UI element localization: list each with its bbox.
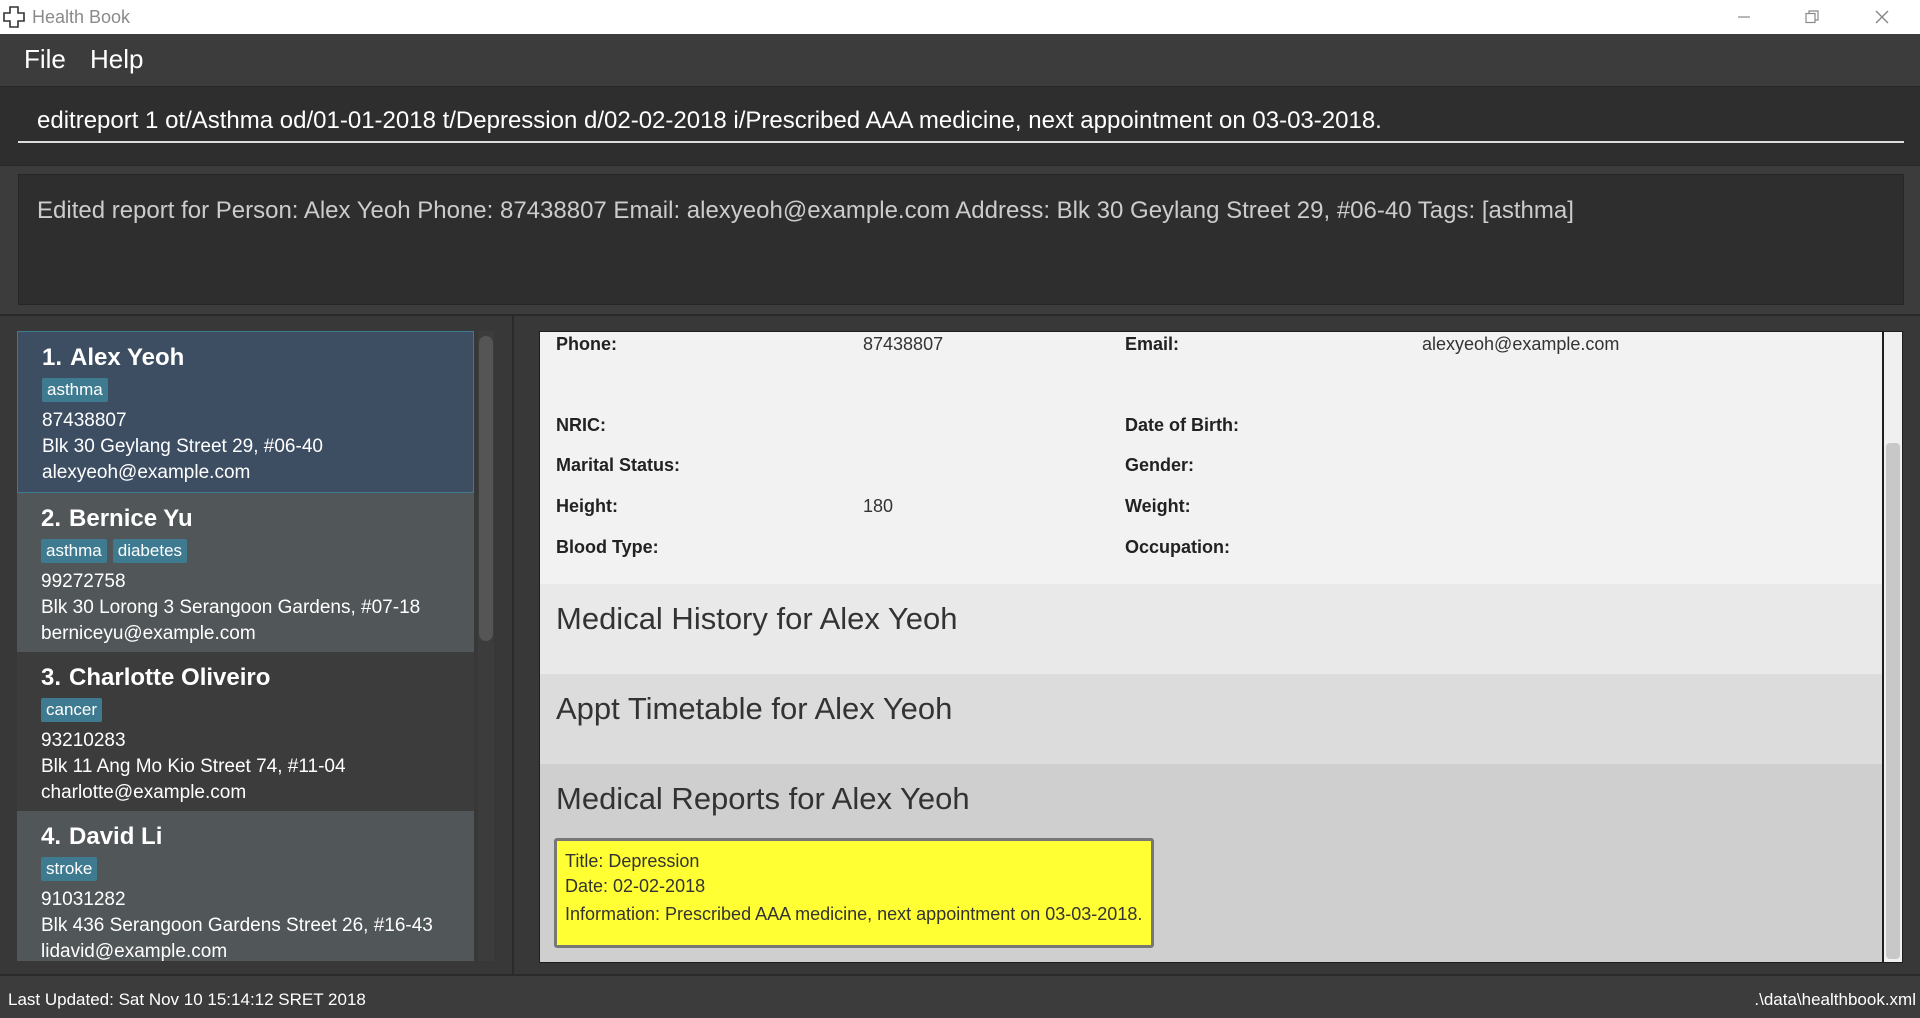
person-address: Blk 30 Lorong 3 Serangoon Gardens, #07-1…	[41, 597, 421, 618]
person-card[interactable]: 2. Bernice Yu asthma diabetes 99272758 Blk…	[17, 493, 474, 652]
report-information: Information: Prescribed AAA medicine, ne…	[565, 904, 1143, 924]
phone-label: Phone:	[556, 334, 617, 354]
nric-label: NRIC:	[556, 415, 606, 435]
weight-label: Weight:	[1125, 496, 1191, 516]
person-name: 1. Alex Yeoh	[42, 344, 185, 371]
dob-label: Date of Birth:	[1125, 415, 1239, 435]
person-email: alexyeoh@example.com	[42, 462, 251, 483]
appt-timetable-section: Appt Timetable for Alex Yeoh	[540, 674, 1882, 764]
appt-timetable-title: Appt Timetable for Alex Yeoh	[556, 691, 953, 726]
medical-reports-title: Medical Reports for Alex Yeoh	[556, 781, 970, 816]
person-address: Blk 436 Serangoon Gardens Street 26, #16…	[41, 915, 433, 936]
blood-type-label: Blood Type:	[556, 537, 659, 557]
email-label: Email:	[1125, 334, 1180, 354]
person-name: 4. David Li	[41, 823, 163, 850]
occupation-label: Occupation:	[1125, 537, 1231, 557]
person-phone: 87438807	[42, 410, 127, 431]
person-phone: 93210283	[41, 730, 126, 751]
report-title: Title: Depression	[565, 851, 700, 871]
email-value: alexyeoh@example.com	[1422, 334, 1620, 354]
person-card[interactable]: 4. David Li stroke 91031282 Blk 436 Seran…	[17, 811, 474, 961]
person-address: Blk 30 Geylang Street 29, #06-40	[42, 436, 323, 457]
restore-icon	[1805, 10, 1819, 24]
tag-label: stroke	[41, 857, 98, 881]
medical-report-card[interactable]: Title: Depression Date: 02-02-2018 Infor…	[554, 838, 1154, 948]
medical-history-title: Medical History for Alex Yeoh	[556, 601, 958, 636]
tag-label: asthma	[41, 539, 107, 563]
person-info-section: Phone: 87438807 Email: alexyeoh@example.…	[540, 332, 1882, 584]
report-date: Date: 02-02-2018	[565, 876, 706, 896]
height-value: 180	[863, 496, 894, 516]
menu-file[interactable]: File	[24, 44, 66, 75]
save-location-status: .\data\healthbook.xml	[1754, 990, 1916, 1009]
person-card[interactable]: 1. Alex Yeoh asthma 87438807 Blk 30 Geyla…	[17, 331, 474, 493]
person-details-browser: Phone: 87438807 Email: alexyeoh@example.…	[539, 331, 1883, 963]
close-button[interactable]	[1852, 0, 1912, 34]
tag-label: asthma	[42, 378, 108, 402]
person-name: 2. Bernice Yu	[41, 505, 193, 532]
minimize-button[interactable]	[1714, 0, 1774, 34]
person-email: lidavid@example.com	[41, 941, 228, 961]
minimize-icon	[1738, 16, 1750, 18]
status-bar: Last Updated: Sat Nov 10 15:14:12 SRET 2…	[0, 974, 1920, 1018]
browser-scroll-thumb[interactable]	[1886, 443, 1900, 959]
person-list-scroll-thumb[interactable]	[479, 336, 493, 641]
person-card[interactable]: 3. Charlotte Oliveiro cancer 93210283 Blk…	[17, 652, 474, 811]
menu-help[interactable]: Help	[90, 44, 143, 75]
window-title: Health Book	[32, 7, 131, 27]
tag-label: diabetes	[112, 539, 188, 563]
command-box-panel	[0, 86, 1920, 166]
height-label: Height:	[556, 496, 618, 516]
phone-value: 87438807	[863, 334, 944, 354]
restore-button[interactable]	[1782, 0, 1842, 34]
menu-bar: File Help	[0, 34, 1920, 86]
plus-cross-icon	[3, 6, 25, 28]
medical-history-section: Medical History for Alex Yeoh	[540, 584, 1882, 674]
person-name: 3. Charlotte Oliveiro	[41, 664, 271, 691]
person-list: 1. Alex Yeoh asthma 87438807 Blk 30 Geyla…	[17, 331, 474, 961]
person-phone: 99272758	[41, 571, 126, 592]
command-input[interactable]	[18, 101, 1904, 143]
marital-status-label: Marital Status:	[556, 455, 681, 475]
title-bar: Health Book	[0, 0, 1920, 34]
close-icon	[1875, 10, 1889, 24]
person-email: charlotte@example.com	[41, 782, 247, 803]
last-updated-status: Last Updated: Sat Nov 10 15:14:12 SRET 2…	[8, 990, 366, 1009]
result-display-panel: Edited report for Person: Alex Yeoh Phon…	[0, 166, 1920, 314]
person-address: Blk 11 Ang Mo Kio Street 74, #11-04	[41, 756, 346, 777]
tag-label: cancer	[41, 698, 103, 722]
person-email: berniceyu@example.com	[41, 623, 256, 644]
person-phone: 91031282	[41, 889, 126, 910]
result-display: Edited report for Person: Alex Yeoh Phon…	[18, 174, 1904, 305]
gender-label: Gender:	[1125, 455, 1195, 475]
